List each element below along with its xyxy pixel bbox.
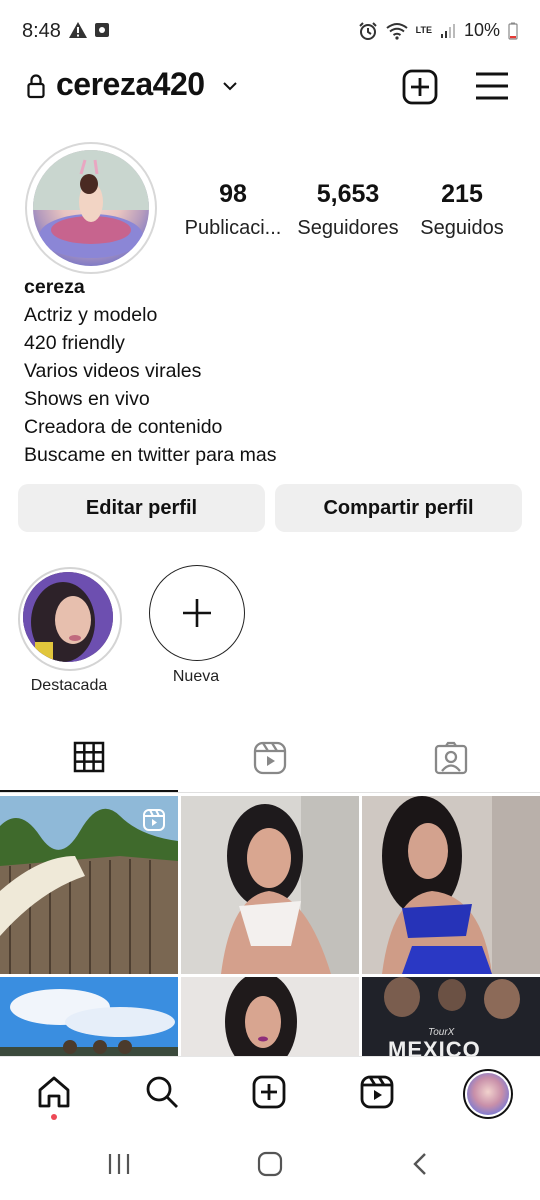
notification-icon [95, 23, 109, 37]
battery-percent: 10% [463, 20, 500, 40]
post-thumbnail [362, 796, 540, 974]
profile-name: cereza [24, 276, 85, 298]
avatar-photo [33, 150, 149, 258]
grid-post[interactable] [0, 796, 178, 974]
bio-line: 420 friendly [24, 332, 125, 354]
battery-icon [508, 22, 518, 40]
reels-icon[interactable] [253, 741, 287, 775]
grid-post[interactable] [181, 796, 359, 974]
grid-icon[interactable] [73, 741, 105, 773]
reel-badge-icon [143, 809, 165, 831]
share-profile-button[interactable]: Compartir perfil [275, 484, 522, 532]
stat-followers-count: 5,653 [316, 180, 380, 208]
stat-following-label: Seguidos [420, 217, 504, 239]
status-bar: 8:48 LTE 10% [0, 0, 540, 62]
create-post-icon[interactable] [402, 69, 438, 105]
grid-post[interactable] [181, 977, 359, 1056]
stat-followers-label: Seguidores [297, 217, 399, 239]
stat-following-count: 215 [441, 180, 483, 208]
home-button-icon[interactable] [257, 1151, 283, 1177]
profile-bio: cereza Actriz y modelo 420 friendly Vari… [24, 273, 277, 469]
chevron-down-icon[interactable] [222, 80, 238, 92]
post-thumbnail [181, 977, 359, 1056]
highlight-label: Destacada [30, 677, 108, 694]
recent-apps-icon[interactable] [107, 1152, 131, 1176]
edit-profile-button[interactable]: Editar perfil [18, 484, 265, 532]
status-right: LTE 10% [358, 20, 518, 41]
post-thumbnail [181, 796, 359, 974]
stat-posts-count: 98 [219, 180, 247, 208]
post-thumbnail [0, 977, 178, 1056]
search-icon[interactable] [145, 1075, 179, 1109]
reels-nav-icon[interactable] [360, 1075, 394, 1109]
new-highlight-button[interactable] [149, 565, 245, 661]
profile-username[interactable]: cereza420 [56, 66, 205, 103]
bio-line: Creadora de contenido [24, 416, 223, 438]
bottom-nav [0, 1056, 540, 1131]
signal-icon [440, 23, 455, 38]
alarm-icon [358, 21, 377, 40]
status-time: 8:48 [22, 20, 61, 42]
menu-icon[interactable] [474, 71, 510, 101]
highlight-destacada[interactable] [23, 572, 113, 662]
bio-line: Shows en vivo [24, 388, 150, 410]
bio-line: Varios videos virales [24, 360, 202, 382]
warning-icon [69, 22, 87, 38]
stat-following[interactable]: 215 Seguidos [402, 180, 522, 240]
post-overlay-title: MEXICO [388, 1037, 481, 1056]
profile-nav-avatar[interactable] [467, 1073, 509, 1115]
home-icon[interactable] [37, 1075, 71, 1109]
new-highlight-label: Nueva [172, 668, 220, 685]
tabs-divider [0, 792, 540, 793]
create-icon[interactable] [252, 1075, 286, 1109]
notification-dot [51, 1114, 57, 1120]
stat-posts[interactable]: 98 Publicaci... [173, 180, 293, 240]
stat-followers[interactable]: 5,653 Seguidores [288, 180, 408, 240]
network-label: LTE [415, 25, 432, 35]
grid-post[interactable] [0, 977, 178, 1056]
back-icon[interactable] [410, 1151, 430, 1177]
highlight-photo [23, 572, 113, 662]
bio-line: Actriz y modelo [24, 304, 158, 326]
active-tab-indicator [0, 790, 178, 792]
plus-icon [183, 599, 211, 627]
bio-line: Buscame en twitter para mas [24, 444, 277, 466]
wifi-icon [386, 22, 408, 40]
stat-posts-label: Publicaci... [184, 217, 282, 239]
system-nav [0, 1130, 540, 1200]
grid-post[interactable] [362, 796, 540, 974]
tagged-icon[interactable] [434, 741, 468, 775]
profile-avatar[interactable] [33, 150, 149, 266]
lock-icon [27, 74, 45, 99]
grid-post[interactable]: TourX MEXICO [362, 977, 540, 1056]
